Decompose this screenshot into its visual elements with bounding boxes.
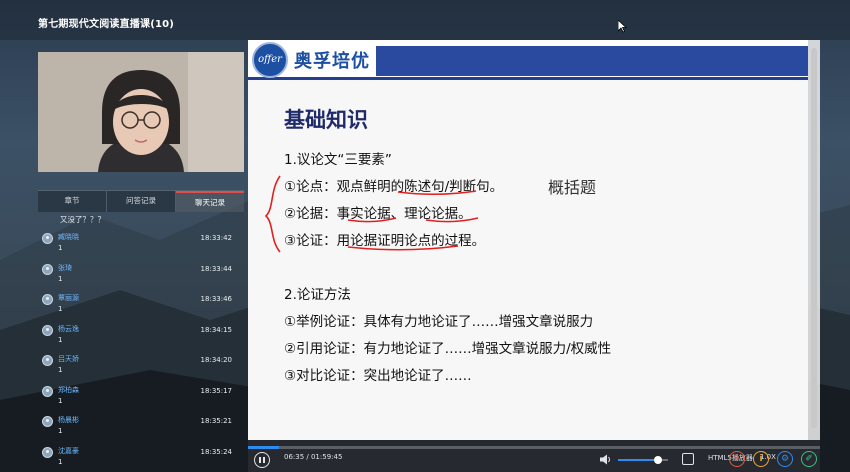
chat-message: 臧晓晓 18:33:42 1 xyxy=(38,228,244,258)
teacher-video-frame xyxy=(38,52,244,172)
brand-name: 奥孚培优 xyxy=(294,51,370,72)
chat-username[interactable]: 张琦 xyxy=(58,263,72,273)
user-avatar-icon xyxy=(42,385,53,397)
slide-line-reasoning: ③论证：用论据证明论点的过程。 xyxy=(284,233,486,249)
user-avatar-icon xyxy=(42,416,53,427)
slide-line-contrast-method: ③对比论证：突出地论证了…… xyxy=(284,368,472,384)
chat-message-text: 1 xyxy=(58,396,63,405)
top-bar: 第七期现代文阅读直播课(10) xyxy=(0,0,850,40)
tab-qa-records[interactable]: 问答记录 xyxy=(107,191,176,212)
progress-fill xyxy=(248,446,280,449)
chat-message: 覃丽源 18:33:46 1 xyxy=(38,289,244,319)
scrollbar-thumb[interactable] xyxy=(811,48,817,428)
pencil-icon[interactable]: ✎ xyxy=(729,451,745,467)
fullscreen-icon[interactable] xyxy=(682,453,694,465)
chat-list[interactable]: 又没了？？？ 臧晓晓 18:33:42 1 张琦 18:33:44 1 覃丽源 18:33:4… xyxy=(38,214,244,472)
chat-message: 杨云逸 18:34:15 1 xyxy=(38,320,244,350)
presentation-slide: offer 奥孚培优 基础知识 1.议论文“三要素” ①论点：观点鲜明的陈述句/… xyxy=(248,40,808,440)
slide-line-example-method: ①举例论证：具体有力地论证了……增强文章说服力 xyxy=(284,314,594,330)
window-title: 第七期现代文阅读直播课(10) xyxy=(38,19,175,30)
slide-line-quote-method: ②引用论证：有力地论证了……增强文章说服力/权威性 xyxy=(284,341,612,357)
chat-username[interactable]: 吕天娇 xyxy=(58,354,79,364)
user-avatar-icon xyxy=(42,355,53,366)
mouse-cursor-icon xyxy=(618,20,627,33)
chat-message: 沈嘉豪 18:35:24 1 xyxy=(38,442,244,472)
chat-message-text: 1 xyxy=(58,305,63,313)
chat-timestamp: 18:35:24 xyxy=(200,447,232,456)
slide-line-argument: ①论点：观点鲜明的陈述句/判断句。 xyxy=(284,179,504,195)
slide-header: offer 奥孚培优 xyxy=(248,40,808,80)
chat-timestamp: 18:35:17 xyxy=(200,386,232,395)
chat-username[interactable]: 杨云逸 xyxy=(58,324,79,334)
user-avatar-icon xyxy=(42,294,53,305)
chat-message-text: 1 xyxy=(58,427,63,435)
volume-slider[interactable] xyxy=(618,456,668,464)
volume-knob[interactable] xyxy=(654,456,662,464)
chat-username[interactable]: 杨晨彬 xyxy=(58,415,79,425)
volume-fill xyxy=(618,459,658,461)
user-avatar-icon xyxy=(42,263,53,275)
chat-username[interactable]: 沈嘉豪 xyxy=(58,446,79,456)
chat-message-text: 1 xyxy=(58,244,63,252)
brand-logo-icon: offer xyxy=(252,42,288,78)
chat-username[interactable]: 臧晓晓 xyxy=(58,232,79,242)
teacher-webcam xyxy=(38,52,244,172)
chat-username[interactable]: 郑柏森 xyxy=(58,385,79,395)
progress-track[interactable] xyxy=(248,446,820,449)
chat-timestamp: 18:34:15 xyxy=(200,325,232,334)
panel-tabs: 章节 问答记录 聊天记录 xyxy=(38,190,244,212)
chat-message: 吕天娇 18:34:20 1 xyxy=(38,350,244,380)
chat-timestamp: 18:34:20 xyxy=(200,356,232,364)
volume-icon[interactable] xyxy=(600,454,612,465)
chat-message: 郑柏森 18:35:17 1 xyxy=(38,381,244,411)
chat-timestamp: 18:35:21 xyxy=(200,417,232,425)
header-banner xyxy=(376,46,808,76)
chat-message: 张琦 18:33:44 1 xyxy=(38,259,244,289)
chat-timestamp: 18:33:42 xyxy=(200,234,232,242)
edit-icon[interactable]: ✐ xyxy=(801,451,817,467)
playback-time: 06:35 / 01:59:45 xyxy=(284,453,343,461)
user-avatar-icon xyxy=(42,446,53,458)
chat-timestamp: 18:33:46 xyxy=(200,295,232,303)
slide-line-evidence: ②论据：事实论据、理论论据。 xyxy=(284,206,472,222)
chat-message-text: 又没了？？？ xyxy=(60,215,105,224)
chat-message-text: 1 xyxy=(58,457,63,466)
user-avatar-icon xyxy=(42,324,53,336)
slide-title: 基础知识 xyxy=(284,108,368,132)
chat-timestamp: 18:33:44 xyxy=(200,264,232,273)
pause-button[interactable] xyxy=(254,452,270,468)
tab-chat-records[interactable]: 聊天记录 xyxy=(176,191,244,212)
chat-message-text: 1 xyxy=(58,366,63,374)
slide-scrollbar[interactable] xyxy=(808,40,820,440)
chat-message-text: 1 xyxy=(58,274,63,283)
slide-line-three-elements: 1.议论文“三要素” xyxy=(284,152,392,168)
tab-chapters[interactable]: 章节 xyxy=(38,191,107,212)
info-icon[interactable]: i xyxy=(753,451,769,467)
left-panel: 章节 问答记录 聊天记录 又没了？？？ 臧晓晓 18:33:42 1 张琦 18:33:… xyxy=(38,52,244,472)
handwritten-note: 概括题 xyxy=(548,178,597,197)
chat-message-text: 1 xyxy=(58,335,63,344)
chat-username[interactable]: 覃丽源 xyxy=(58,293,79,303)
slide-line-methods: 2.论证方法 xyxy=(284,287,351,303)
chat-message: 杨晨彬 18:35:21 1 xyxy=(38,411,244,441)
settings-icon[interactable]: ⚙ xyxy=(777,451,793,467)
user-avatar-icon xyxy=(42,233,53,244)
